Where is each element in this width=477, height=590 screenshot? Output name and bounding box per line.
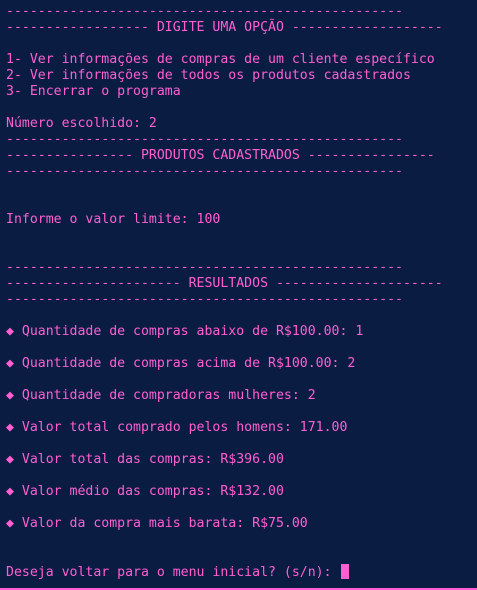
result-item: ◆ Valor total comprado pelos homens: 171… [6, 420, 348, 435]
input-prompt-line[interactable]: Deseja voltar para o menu inicial? (s/n)… [6, 564, 350, 580]
menu-option-2: 2- Ver informações de todos os produtos … [6, 68, 411, 83]
separator-rule: ----------------------------------------… [6, 164, 403, 179]
terminal-window: ----------------------------------------… [0, 0, 477, 590]
separator-rule: ----------------------------------------… [6, 132, 403, 147]
limit-prompt-text: Informe o valor limite: 100 [6, 212, 221, 227]
result-item: ◆ Valor da compra mais barata: R$75.00 [6, 516, 308, 531]
text-cursor[interactable] [341, 564, 350, 579]
chosen-option-text: Número escolhido: 2 [6, 116, 157, 131]
products-header: ---------------- PRODUTOS CADASTRADOS --… [6, 148, 435, 163]
menu-option-3: 3- Encerrar o programa [6, 84, 181, 99]
input-prompt-text: Deseja voltar para o menu inicial? (s/n)… [6, 565, 340, 580]
result-item: ◆ Quantidade de compradoras mulheres: 2 [6, 388, 316, 403]
menu-header: ------------------ DIGITE UMA OPÇÃO ----… [6, 20, 443, 35]
separator-rule: ----------------------------------------… [6, 4, 403, 19]
result-item: ◆ Valor médio das compras: R$132.00 [6, 484, 284, 499]
result-item: ◆ Quantidade de compras abaixo de R$100.… [6, 324, 364, 339]
separator-rule: ----------------------------------------… [6, 260, 403, 275]
result-item: ◆ Valor total das compras: R$396.00 [6, 452, 284, 467]
separator-rule: ----------------------------------------… [6, 292, 403, 307]
results-header: ---------------------- RESULTADOS ------… [6, 276, 443, 291]
result-item: ◆ Quantidade de compras acima de R$100.0… [6, 356, 356, 371]
menu-option-1: 1- Ver informações de compras de um clie… [6, 52, 435, 67]
